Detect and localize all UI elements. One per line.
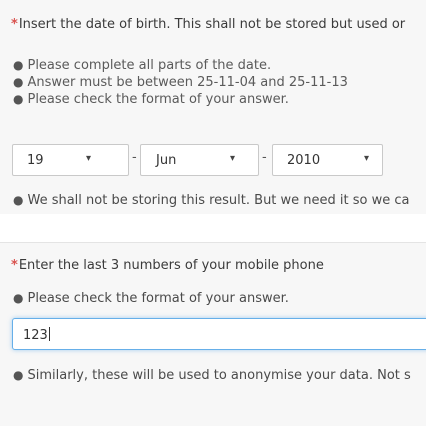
dob-question-label: *Insert the date of birth. This shall no…: [11, 17, 405, 32]
hint-text: Answer must be between 25-11-04 and 25-1…: [27, 75, 348, 90]
chevron-down-icon: ▾: [364, 153, 370, 164]
hint-text: Please check the format of your answer.: [27, 291, 289, 306]
hint-complete-date: ● Please complete all parts of the date.: [13, 57, 348, 74]
help-text: We shall not be storing this result. But…: [27, 193, 410, 208]
phone-help-text: ● Similarly, these will be used to anonym…: [13, 368, 411, 383]
month-select[interactable]: Jun ▾: [140, 144, 259, 176]
date-separator: -: [262, 150, 267, 165]
info-circle-icon: ●: [13, 193, 24, 207]
day-value: 19: [27, 153, 44, 168]
phone-input-value[interactable]: 123: [23, 327, 50, 343]
required-mark: *: [11, 17, 18, 32]
required-mark: *: [11, 258, 18, 273]
dob-help-text: ● We shall not be storing this result. Bu…: [13, 193, 410, 208]
hint-date-range: ● Answer must be between 25-11-04 and 25-…: [13, 74, 348, 91]
chevron-down-icon: ▾: [86, 153, 92, 164]
chevron-down-icon: ▾: [230, 153, 236, 164]
phone-digits-input[interactable]: 123: [12, 318, 426, 350]
text-caret: [48, 327, 50, 341]
year-select[interactable]: 2010 ▾: [272, 144, 383, 176]
input-text: 123: [23, 328, 48, 343]
phone-validation-hint: ● Please check the format of your answer.: [13, 291, 289, 306]
month-value: Jun: [156, 153, 177, 168]
hint-format: ● Please check the format of your answer.: [13, 91, 348, 108]
info-circle-icon: ●: [13, 291, 24, 305]
phone-question-text: Enter the last 3 numbers of your mobile …: [18, 258, 324, 273]
info-circle-icon: ●: [13, 58, 24, 72]
info-circle-icon: ●: [13, 92, 24, 106]
info-circle-icon: ●: [13, 75, 24, 89]
date-separator: -: [132, 150, 137, 165]
hint-text: Please complete all parts of the date.: [27, 58, 272, 73]
hint-text: Please check the format of your answer.: [27, 92, 289, 107]
phone-question-label: *Enter the last 3 numbers of your mobile…: [11, 258, 324, 273]
dob-validation-hints: ● Please complete all parts of the date. …: [13, 57, 348, 108]
info-circle-icon: ●: [13, 368, 24, 382]
day-select[interactable]: 19 ▾: [12, 144, 129, 176]
question-separator: [0, 214, 426, 242]
year-value: 2010: [287, 153, 321, 168]
dob-question-text: Insert the date of birth. This shall not…: [18, 17, 406, 32]
help-text: Similarly, these will be used to anonymi…: [27, 368, 411, 383]
